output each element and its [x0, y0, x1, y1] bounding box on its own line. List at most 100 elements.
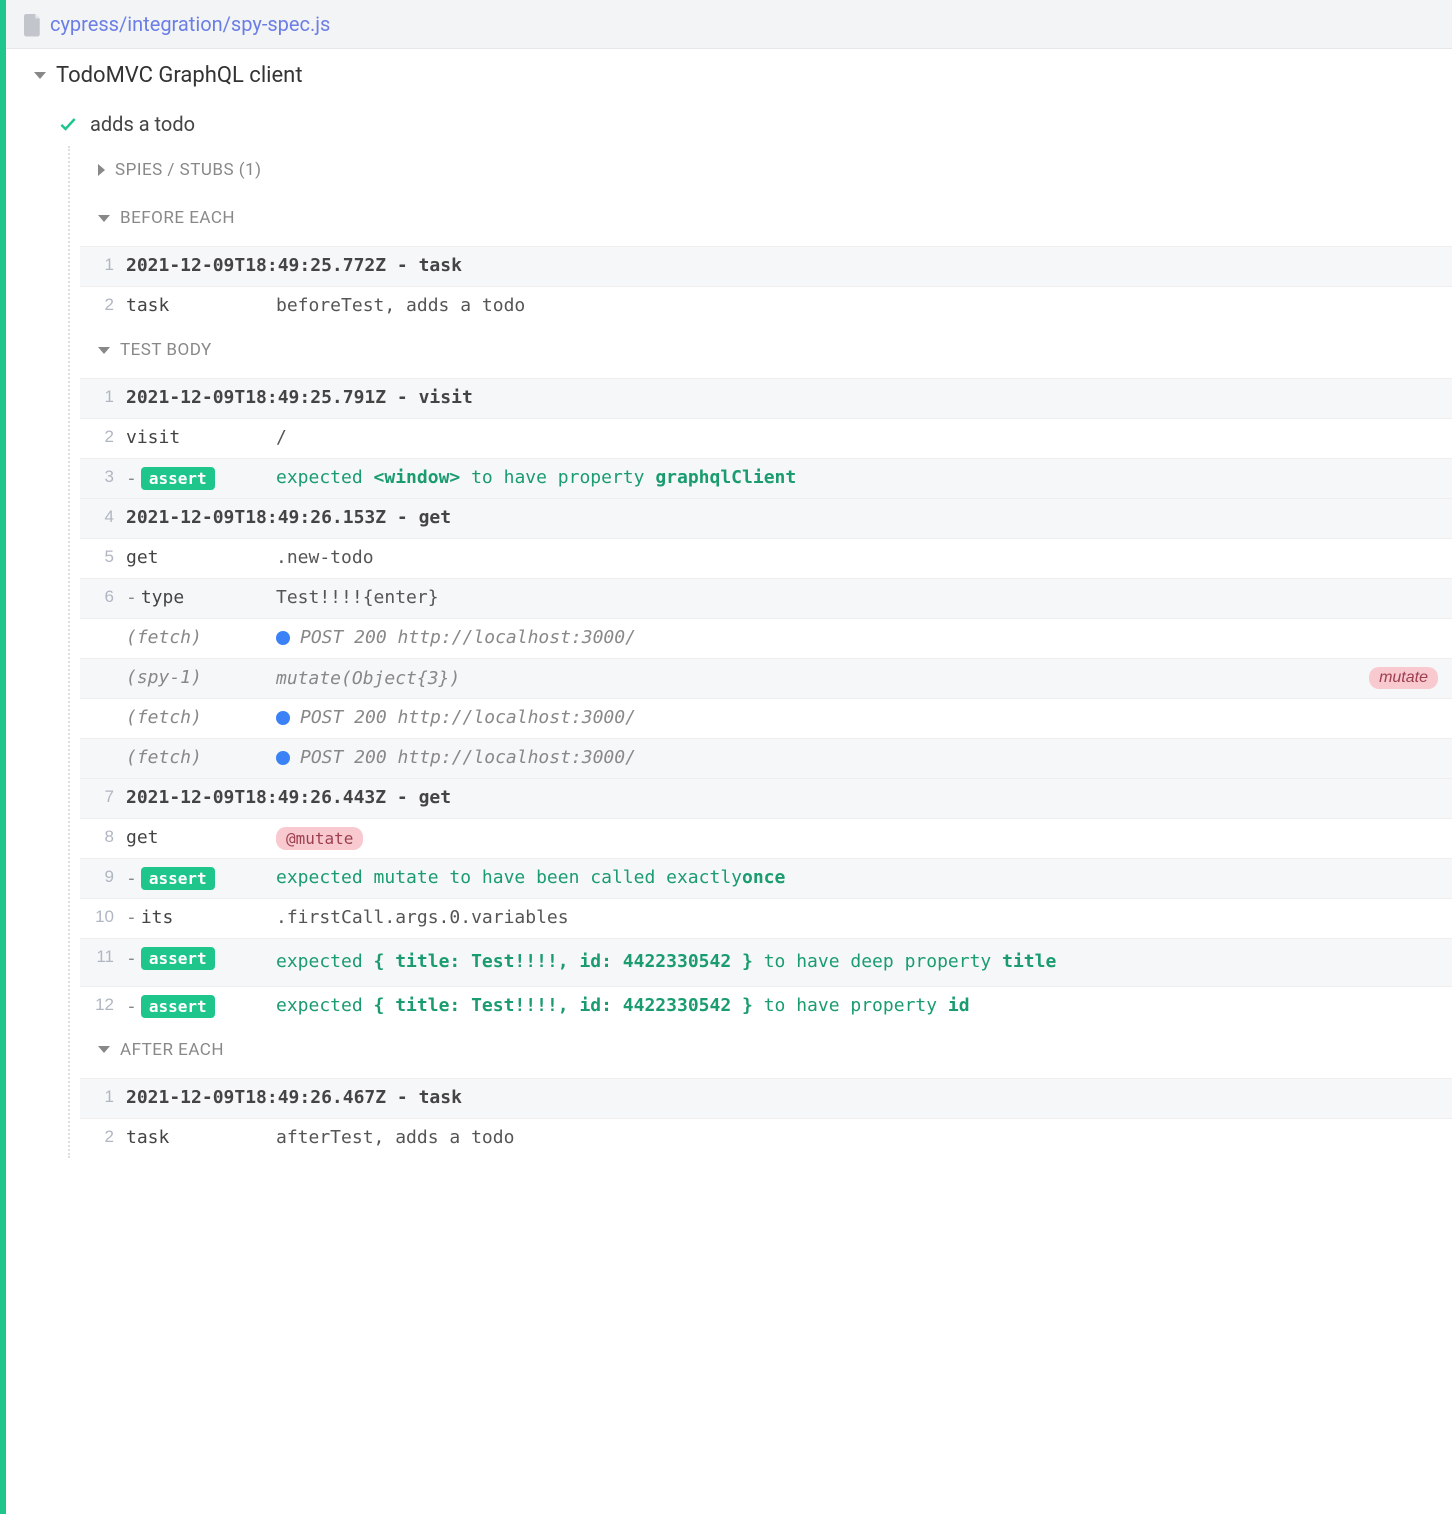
command-message: expected mutate to have been called exac…	[276, 867, 1438, 888]
command-number: 10	[84, 907, 126, 927]
test-row[interactable]: adds a todo	[6, 102, 1452, 146]
file-icon	[24, 14, 42, 34]
command-name: get	[126, 827, 276, 848]
suite-row[interactable]: TodoMVC GraphQL client	[6, 49, 1452, 102]
command-number: 1	[84, 1087, 126, 1107]
command-message: Test!!!!{enter}	[276, 587, 1438, 608]
command-name: -assert	[126, 947, 276, 970]
command-message: .new-todo	[276, 547, 1438, 568]
command-number: 2	[84, 1127, 126, 1147]
command-message: expected { title: Test!!!!, id: 44223305…	[276, 995, 1438, 1016]
command-row[interactable]: · (fetch) POST 200 http://localhost:3000…	[80, 618, 1452, 658]
section-spies[interactable]: SPIES / STUBS (1)	[80, 146, 1452, 194]
status-dot-icon	[276, 631, 290, 645]
alias-pill: @mutate	[276, 827, 363, 850]
command-row[interactable]: 1 2021-12-09T18:49:25.772Z - task	[80, 246, 1452, 286]
command-message: expected { title: Test!!!!, id: 44223305…	[276, 947, 1438, 978]
command-message: 2021-12-09T18:49:25.772Z - task	[126, 255, 1438, 276]
command-message: 2021-12-09T18:49:26.443Z - get	[126, 787, 1438, 808]
suite-title: TodoMVC GraphQL client	[56, 63, 303, 88]
section-test-body[interactable]: TEST BODY	[80, 326, 1452, 374]
command-message: @mutate	[276, 827, 1438, 850]
command-number: 5	[84, 547, 126, 567]
caret-down-icon	[98, 215, 110, 222]
command-row[interactable]: 2 task beforeTest, adds a todo	[80, 286, 1452, 326]
command-message: 2021-12-09T18:49:25.791Z - visit	[126, 387, 1438, 408]
command-name: get	[126, 547, 276, 568]
command-row[interactable]: 3 -assert expected <window> to have prop…	[80, 458, 1452, 498]
command-row[interactable]: 5 get .new-todo	[80, 538, 1452, 578]
command-row[interactable]: 8 get @mutate	[80, 818, 1452, 858]
command-name: (fetch)	[126, 707, 276, 728]
command-number: 2	[84, 295, 126, 315]
command-number: 11	[84, 947, 126, 967]
caret-down-icon	[34, 72, 46, 79]
command-message: expected <window> to have property graph…	[276, 467, 1438, 488]
status-dot-icon	[276, 751, 290, 765]
command-row[interactable]: 6 -type Test!!!!{enter}	[80, 578, 1452, 618]
command-message: mutate(Object{3}) mutate	[276, 667, 1438, 689]
command-message: 2021-12-09T18:49:26.467Z - task	[126, 1087, 1438, 1108]
command-number: 9	[84, 867, 126, 887]
command-message: afterTest, adds a todo	[276, 1127, 1438, 1148]
command-message: .firstCall.args.0.variables	[276, 907, 1438, 928]
command-message: beforeTest, adds a todo	[276, 295, 1438, 316]
section-after-each[interactable]: AFTER EACH	[80, 1026, 1452, 1074]
command-row[interactable]: 1 2021-12-09T18:49:26.467Z - task	[80, 1078, 1452, 1118]
command-number: 1	[84, 387, 126, 407]
command-number: 7	[84, 787, 126, 807]
section-before-each[interactable]: BEFORE EACH	[80, 194, 1452, 242]
assert-pill: assert	[141, 947, 215, 970]
command-number: 12	[84, 995, 126, 1015]
spec-file-header[interactable]: cypress/integration/spy-spec.js	[6, 0, 1452, 49]
command-name: task	[126, 295, 276, 316]
caret-down-icon	[98, 1046, 110, 1053]
assert-pill: assert	[141, 467, 215, 490]
caret-down-icon	[98, 347, 110, 354]
command-message: /	[276, 427, 1438, 448]
command-message: POST 200 http://localhost:3000/	[276, 707, 1438, 728]
command-row[interactable]: 9 -assert expected mutate to have been c…	[80, 858, 1452, 898]
command-row[interactable]: 7 2021-12-09T18:49:26.443Z - get	[80, 778, 1452, 818]
test-title: adds a todo	[90, 112, 195, 136]
command-row[interactable]: 11 -assert expected { title: Test!!!!, i…	[80, 938, 1452, 986]
command-message: POST 200 http://localhost:3000/	[276, 627, 1438, 648]
command-number: 3	[84, 467, 126, 487]
command-row[interactable]: · (fetch) POST 200 http://localhost:3000…	[80, 698, 1452, 738]
command-row[interactable]: 1 2021-12-09T18:49:25.791Z - visit	[80, 378, 1452, 418]
section-label: TEST BODY	[120, 340, 212, 360]
command-number: 1	[84, 255, 126, 275]
command-number: 6	[84, 587, 126, 607]
command-row[interactable]: 2 visit /	[80, 418, 1452, 458]
assert-pill: assert	[141, 867, 215, 890]
command-name: visit	[126, 427, 276, 448]
command-name: (spy-1)	[126, 667, 276, 688]
command-name: task	[126, 1127, 276, 1148]
command-row[interactable]: · (spy-1) mutate(Object{3}) mutate	[80, 658, 1452, 698]
command-name: -assert	[126, 995, 276, 1018]
section-label: SPIES / STUBS (1)	[115, 160, 262, 180]
command-row[interactable]: 4 2021-12-09T18:49:26.153Z - get	[80, 498, 1452, 538]
spec-file-path: cypress/integration/spy-spec.js	[50, 12, 330, 36]
command-row[interactable]: 12 -assert expected { title: Test!!!!, i…	[80, 986, 1452, 1026]
section-label: BEFORE EACH	[120, 208, 235, 228]
check-icon	[58, 114, 78, 134]
command-name: (fetch)	[126, 747, 276, 768]
mutate-tag: mutate	[1369, 667, 1438, 689]
section-label: AFTER EACH	[120, 1040, 224, 1060]
command-name: -assert	[126, 467, 276, 490]
command-row[interactable]: 2 task afterTest, adds a todo	[80, 1118, 1452, 1158]
status-dot-icon	[276, 711, 290, 725]
command-name: -assert	[126, 867, 276, 890]
command-name: (fetch)	[126, 627, 276, 648]
command-name: -type	[126, 587, 276, 608]
assert-pill: assert	[141, 995, 215, 1018]
command-name: -its	[126, 907, 276, 928]
command-number: 4	[84, 507, 126, 527]
command-row[interactable]: 10 -its .firstCall.args.0.variables	[80, 898, 1452, 938]
command-number: 2	[84, 427, 126, 447]
command-message: POST 200 http://localhost:3000/	[276, 747, 1438, 768]
command-message: 2021-12-09T18:49:26.153Z - get	[126, 507, 1438, 528]
command-row[interactable]: · (fetch) POST 200 http://localhost:3000…	[80, 738, 1452, 778]
command-number: 8	[84, 827, 126, 847]
